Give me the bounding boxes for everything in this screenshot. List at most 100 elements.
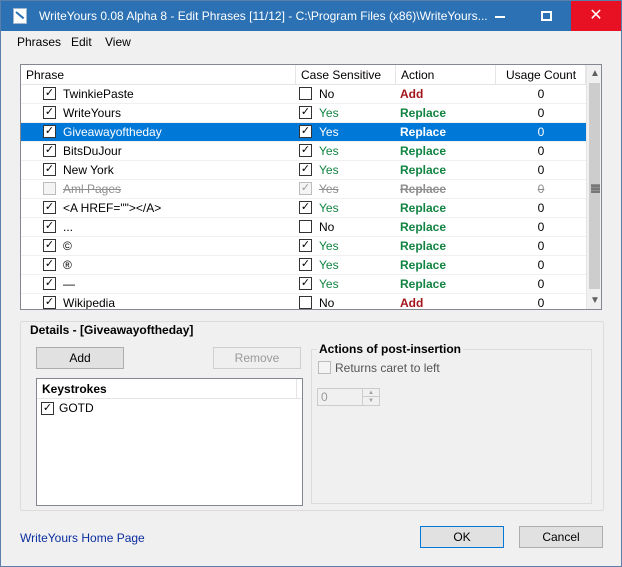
table-row[interactable]: ✓ © ✓ Yes Replace 0 [21,237,586,256]
action-cell[interactable]: Replace [400,180,446,199]
phrase-enabled-checkbox[interactable]: ✓ [43,220,56,233]
table-row[interactable]: ✓... No Replace 0 [21,218,586,237]
column-header-action[interactable]: Action [396,65,496,85]
usage-count-cell: 0 [537,277,545,291]
keystroke-checkbox[interactable]: ✓ [41,402,54,415]
column-header-usage-count[interactable]: Usage Count [496,65,586,85]
table-row[interactable]: ✓ BitsDuJour ✓ Yes Replace 0 [21,142,586,161]
phrase-enabled-checkbox[interactable]: ✓ [43,144,56,157]
phrase-enabled-checkbox[interactable] [43,182,56,195]
usage-count-cell: 0 [537,144,545,158]
action-cell[interactable]: Add [400,85,423,104]
phrase-cell: ® [63,258,72,272]
case-sensitive-checkbox[interactable]: ✓ [299,182,312,195]
table-row[interactable]: ✓ <A HREF=""></A> ✓ Yes Replace 0 [21,199,586,218]
usage-count-cell: 0 [537,182,545,196]
phrase-cell: — [63,277,75,291]
table-row[interactable]: Aml Pages ✓ Yes Replace 0 [21,180,586,199]
case-sensitive-cell: Yes [319,182,339,196]
scroll-thumb[interactable]: ▬ ▬ ▬ [589,83,600,289]
phrase-enabled-checkbox[interactable]: ✓ [43,296,56,309]
cancel-button[interactable]: Cancel [519,526,603,548]
table-row[interactable]: ✓ TwinkiePaste No Add 0 [21,85,586,104]
table-row[interactable]: ✓ Giveawayoftheday ✓ Yes Replace 0 [21,123,586,142]
phrase-enabled-checkbox[interactable]: ✓ [43,125,56,138]
table-row[interactable]: ✓ WriteYours ✓ Yes Replace 0 [21,104,586,123]
keystrokes-header[interactable]: Keystrokes [37,379,302,399]
action-cell[interactable]: Replace [400,104,446,123]
case-sensitive-checkbox[interactable]: ✓ [299,277,312,290]
phrase-enabled-checkbox[interactable]: ✓ [43,163,56,176]
phrase-enabled-checkbox[interactable]: ✓ [43,258,56,271]
case-sensitive-checkbox[interactable] [299,296,312,309]
phrase-enabled-checkbox[interactable]: ✓ [43,277,56,290]
column-header-phrase[interactable]: Phrase [21,65,296,85]
table-row[interactable]: ✓ — ✓ Yes Replace 0 [21,275,586,294]
table-row[interactable]: ✓ ® ✓ Yes Replace 0 [21,256,586,275]
case-sensitive-checkbox[interactable]: ✓ [299,106,312,119]
menu-edit[interactable]: Edit [70,35,93,49]
case-sensitive-checkbox[interactable]: ✓ [299,201,312,214]
case-sensitive-checkbox[interactable]: ✓ [299,125,312,138]
action-cell[interactable]: Replace [400,123,446,142]
vertical-scrollbar[interactable]: ▲ ▬ ▬ ▬ ▼ [586,65,601,309]
action-cell[interactable]: Add [400,294,423,309]
menu-view[interactable]: View [104,35,132,49]
action-cell[interactable]: Replace [400,142,446,161]
case-sensitive-cell: Yes [319,163,339,177]
minimize-icon [495,16,505,18]
usage-count-cell: 0 [537,87,545,101]
spin-down-icon[interactable]: ▼ [363,397,379,405]
phrase-enabled-checkbox[interactable]: ✓ [43,239,56,252]
close-icon: ✕ [589,7,603,24]
phrase-enabled-checkbox[interactable]: ✓ [43,87,56,100]
case-sensitive-checkbox[interactable]: ✓ [299,144,312,157]
ok-button[interactable]: OK [420,526,504,548]
case-sensitive-cell: No [319,220,335,234]
maximize-button[interactable] [523,1,569,31]
case-sensitive-checkbox[interactable]: ✓ [299,163,312,176]
add-keystroke-button[interactable]: Add [36,347,124,369]
phrases-grid[interactable]: Phrase Case Sensitive Action Usage Count… [20,64,602,310]
returns-caret-checkbox[interactable] [318,361,331,374]
phrase-cell: © [63,239,72,253]
usage-count-cell: 0 [537,125,545,139]
action-cell[interactable]: Replace [400,275,446,294]
case-sensitive-checkbox[interactable]: ✓ [299,258,312,271]
menu-phrases[interactable]: Phrases [16,35,62,49]
table-row[interactable]: ✓ Wikipedia No Add 0 [21,294,586,310]
action-cell[interactable]: Replace [400,237,446,256]
title-bar[interactable]: WriteYours 0.08 Alpha 8 - Edit Phrases [… [1,1,621,31]
table-row[interactable]: ✓ New York ✓ Yes Replace 0 [21,161,586,180]
remove-keystroke-button[interactable]: Remove [213,347,301,369]
scroll-down-icon[interactable]: ▼ [587,292,601,309]
phrase-enabled-checkbox[interactable]: ✓ [43,201,56,214]
minimize-button[interactable] [477,1,523,31]
maximize-icon [540,11,552,21]
action-cell[interactable]: Replace [400,218,446,237]
action-cell[interactable]: Replace [400,256,446,275]
case-sensitive-checkbox[interactable]: ✓ [299,239,312,252]
action-cell[interactable]: Replace [400,199,446,218]
case-sensitive-checkbox[interactable] [299,220,312,233]
case-sensitive-cell: No [319,87,335,101]
case-sensitive-checkbox[interactable] [299,87,312,100]
phrase-cell: Giveawayoftheday [63,125,162,139]
scroll-up-icon[interactable]: ▲ [587,65,601,82]
action-cell[interactable]: Replace [400,161,446,180]
close-button[interactable]: ✕ [571,1,621,31]
phrase-enabled-checkbox[interactable]: ✓ [43,106,56,119]
phrase-cell: Wikipedia [63,296,116,310]
window-title: WriteYours 0.08 Alpha 8 - Edit Phrases [… [39,9,488,23]
caret-offset-input[interactable]: 0 [317,388,363,406]
caret-offset-stepper[interactable]: ▲ ▼ [362,388,380,406]
phrase-cell: Aml Pages [63,182,122,196]
edit-phrases-window: WriteYours 0.08 Alpha 8 - Edit Phrases [… [0,0,622,567]
home-page-link[interactable]: WriteYours Home Page [20,531,145,545]
phrase-cell: TwinkiePaste [63,87,134,101]
usage-count-cell: 0 [537,163,545,177]
spin-up-icon[interactable]: ▲ [363,389,379,397]
header-divider [296,379,297,399]
column-header-case-sensitive[interactable]: Case Sensitive [296,65,396,85]
keystrokes-list[interactable]: Keystrokes ✓ GOTD [36,378,303,506]
